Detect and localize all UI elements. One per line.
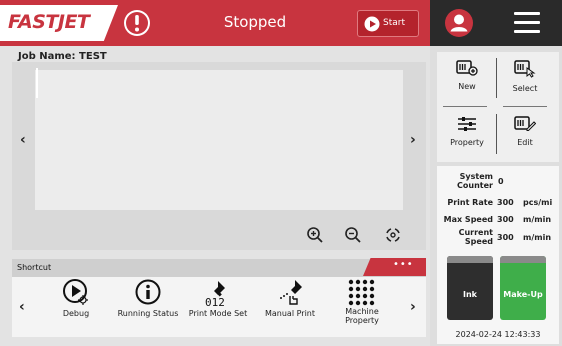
edit-file-icon: [514, 116, 536, 131]
edit-button[interactable]: Edit: [495, 116, 555, 147]
fit-view-icon[interactable]: [384, 226, 402, 244]
info-unit: pcs/mi: [523, 198, 553, 207]
exclamation-circle-icon[interactable]: [123, 9, 151, 37]
shortcut-machine-property[interactable]: Machine Property: [322, 278, 402, 325]
user-icon[interactable]: [444, 8, 474, 38]
shortcut-debug[interactable]: Debug: [36, 278, 116, 318]
info-unit: m/min: [523, 233, 552, 242]
machine-status: Stopped: [223, 13, 287, 31]
tool-divider: [443, 106, 487, 107]
canvas-cursor: [36, 68, 38, 98]
shortcut-label: Debug: [62, 309, 90, 318]
print-canvas[interactable]: [35, 70, 403, 210]
ink-level-tile[interactable]: Ink: [447, 256, 493, 320]
tool-label: Property: [450, 138, 484, 147]
job-name-row: Job Name: TEST: [18, 51, 107, 62]
tool-label: New: [458, 82, 476, 91]
select-button[interactable]: Select: [495, 60, 555, 93]
shortcut-label: Print Mode Set: [188, 309, 248, 318]
shortcut-more-button[interactable]: •••: [363, 258, 426, 276]
info-unit: m/min: [523, 215, 552, 224]
manual-print-icon: [280, 280, 302, 305]
start-button[interactable]: Start: [357, 10, 419, 37]
info-value: 300: [497, 198, 514, 207]
info-label: System Counter: [457, 172, 493, 190]
job-name-value: TEST: [79, 51, 107, 62]
tool-label: Select: [512, 84, 538, 93]
start-label: Start: [383, 18, 405, 28]
shortcut-print-mode-set[interactable]: 012 Print Mode Set: [178, 278, 258, 318]
current-speed-row: Current Speed 300 m/min: [437, 228, 559, 248]
info-value: 300: [497, 233, 514, 242]
system-datetime: 2024-02-24 12:43:33: [455, 330, 541, 339]
print-mode-icon: 012: [205, 281, 225, 308]
info-value: 300: [497, 215, 514, 224]
system-counter-row: System Counter 0: [437, 172, 559, 192]
job-name-label: Job Name:: [18, 51, 76, 62]
new-button[interactable]: New: [437, 60, 497, 91]
preview-next-arrow[interactable]: ›: [410, 132, 416, 148]
tool-divider: [496, 58, 497, 98]
shortcut-manual-print[interactable]: Manual Print: [250, 278, 330, 318]
shortcut-prev-arrow[interactable]: ‹: [19, 299, 25, 315]
select-file-icon: [514, 60, 536, 78]
ink-label: Ink: [463, 290, 477, 299]
makeup-label: Make-Up: [503, 290, 543, 299]
preview-prev-arrow[interactable]: ‹: [20, 132, 26, 148]
svg-text:012: 012: [205, 296, 225, 308]
tool-divider: [503, 106, 547, 107]
makeup-level-tile[interactable]: Make-Up: [500, 256, 546, 320]
shortcut-label: Manual Print: [264, 309, 315, 318]
shortcut-title: Shortcut: [17, 263, 52, 272]
brand-logo: FASTJET: [0, 5, 118, 41]
property-button[interactable]: Property: [437, 116, 497, 147]
zoom-out-icon[interactable]: [344, 226, 362, 244]
shortcut-next-arrow[interactable]: ›: [410, 299, 416, 315]
hamburger-menu-icon[interactable]: [514, 12, 540, 34]
sliders-icon: [458, 117, 476, 131]
logo-text: FASTJET: [8, 11, 90, 33]
info-icon: [135, 279, 161, 305]
shortcut-label: Running Status: [117, 309, 179, 318]
makeup-level-cap: [500, 256, 546, 263]
ink-level-cap: [447, 256, 493, 263]
info-label: Print Rate: [447, 198, 493, 207]
shortcut-label: Machine Property: [345, 307, 379, 325]
play-icon: [364, 16, 380, 32]
info-label: Max Speed: [443, 215, 493, 224]
new-file-icon: [456, 60, 478, 76]
shortcut-running-status[interactable]: Running Status: [108, 278, 188, 318]
tool-label: Edit: [517, 138, 533, 147]
machine-property-icon: [348, 279, 375, 306]
debug-play-icon: [63, 279, 88, 305]
zoom-in-icon[interactable]: [306, 226, 324, 244]
info-label: Current Speed: [458, 228, 493, 246]
more-dots: •••: [393, 259, 414, 270]
info-value: 0: [498, 177, 504, 186]
